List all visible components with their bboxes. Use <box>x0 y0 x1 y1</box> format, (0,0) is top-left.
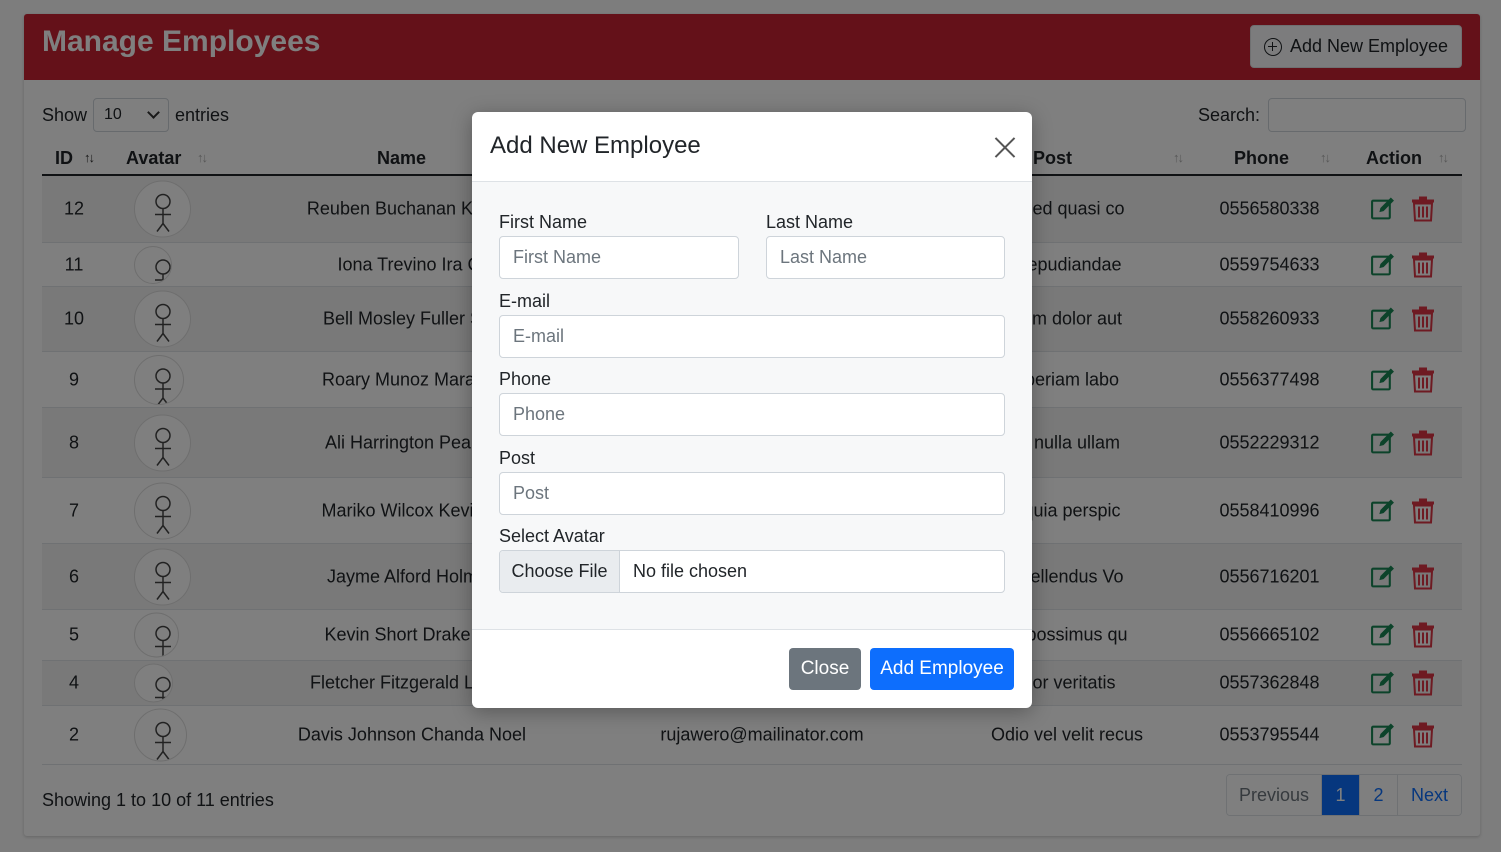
close-icon[interactable] <box>994 136 1016 158</box>
add-employee-submit-button[interactable]: Add Employee <box>870 648 1014 690</box>
last-name-label: Last Name <box>766 212 854 232</box>
post-label: Post <box>499 448 536 468</box>
avatar-file-input[interactable]: Choose File No file chosen <box>499 550 1005 593</box>
avatar-label: Select Avatar <box>499 526 605 546</box>
first-name-label: First Name <box>499 212 588 232</box>
file-status: No file chosen <box>633 561 748 581</box>
choose-file-button[interactable]: Choose File <box>500 551 620 592</box>
last-name-field[interactable]: Last Name <box>766 236 1005 279</box>
email-field[interactable]: E-mail <box>499 315 1005 358</box>
modal-header: Add New Employee <box>472 112 1032 182</box>
modal-title: Add New Employee <box>490 132 701 159</box>
phone-field[interactable]: Phone <box>499 393 1005 436</box>
first-name-field[interactable]: First Name <box>499 236 739 279</box>
email-label: E-mail <box>499 291 551 311</box>
modal-body: First Name First Name Last Name Last Nam… <box>472 182 1032 630</box>
post-field[interactable]: Post <box>499 472 1005 515</box>
close-button[interactable]: Close <box>789 648 861 690</box>
add-employee-modal: Add New Employee First Name First Name L… <box>472 112 1032 708</box>
phone-label: Phone <box>499 369 552 389</box>
